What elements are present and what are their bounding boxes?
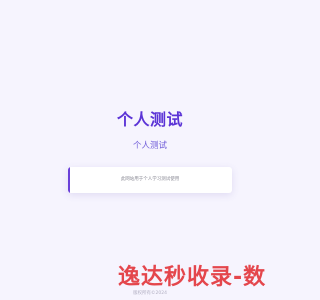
page-title: 个人测试 xyxy=(116,110,183,129)
watermark-overlay: 逸达秒收录-数 xyxy=(118,265,267,290)
page-subtitle: 个人测试 xyxy=(132,141,167,151)
footer-copyright: 版权所有©2024 xyxy=(133,291,167,296)
info-card: 此网站用于个人学习测试使用 xyxy=(68,167,232,193)
page: 个人测试 个人测试 此网站用于个人学习测试使用 逸达秒收录-数 版权所有©202… xyxy=(0,0,300,300)
card-description: 此网站用于个人学习测试使用 xyxy=(120,177,180,182)
